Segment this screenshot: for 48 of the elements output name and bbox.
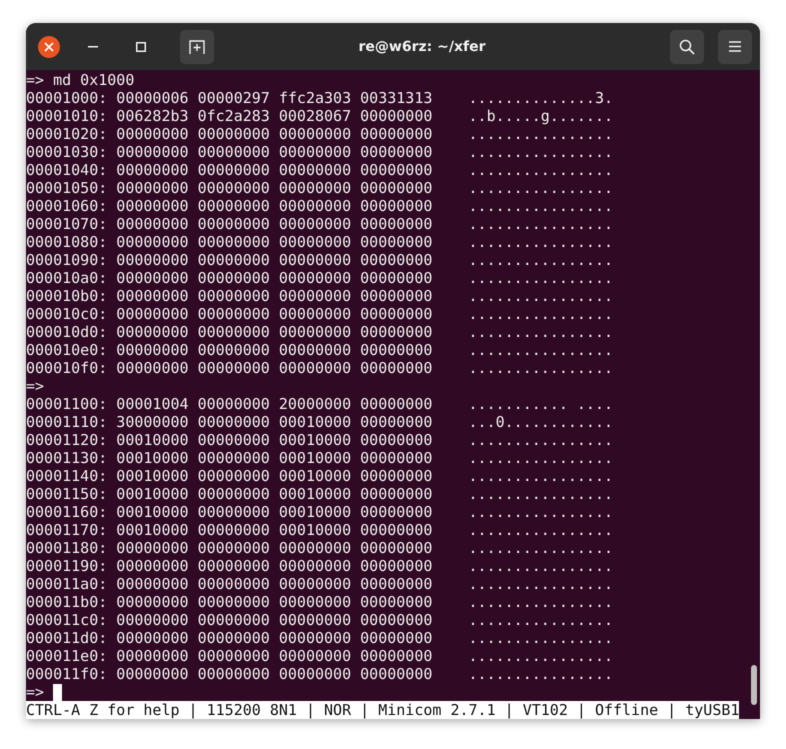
- terminal-line: =>: [26, 377, 44, 395]
- terminal-line: 00001020: 00000000 00000000 00000000 00000000 ................: [26, 125, 613, 143]
- terminal-line: 000010a0: 00000000 00000000 00000000 00000000 ................: [26, 269, 613, 287]
- terminal-line: 00001130: 00010000 00000000 00010000 00000000 ................: [26, 449, 613, 467]
- close-icon: [44, 42, 54, 52]
- new-tab-button[interactable]: [180, 30, 214, 64]
- terminal-line: 000011d0: 00000000 00000000 00000000 00000000 ................: [26, 629, 613, 647]
- terminal-line: 000010e0: 00000000 00000000 00000000 00000000 ................: [26, 341, 613, 359]
- terminal-line: 000011f0: 00000000 00000000 00000000 00000000 ................: [26, 665, 613, 683]
- terminal-line: 00001090: 00000000 00000000 00000000 00000000 ................: [26, 251, 613, 269]
- terminal-line: 000011e0: 00000000 00000000 00000000 00000000 ................: [26, 647, 613, 665]
- new-tab-icon: [189, 40, 205, 54]
- search-icon: [679, 38, 695, 54]
- status-bar: CTRL-A Z for help | 115200 8N1 | NOR | Minicom 2.7.1 | VT102 | Offline | tyUSB1: [26, 701, 740, 719]
- terminal-line: 00001060: 00000000 00000000 00000000 00000000 ................: [26, 197, 613, 215]
- terminal-line: 000011a0: 00000000 00000000 00000000 00000000 ................: [26, 575, 613, 593]
- prompt-text: =>: [26, 683, 44, 701]
- terminal-line: 00001030: 00000000 00000000 00000000 00000000 ................: [26, 143, 613, 161]
- menu-button[interactable]: [718, 30, 752, 64]
- terminal-line: 00001170: 00010000 00000000 00010000 00000000 ................: [26, 521, 613, 539]
- terminal-line: 000010c0: 00000000 00000000 00000000 00000000 ................: [26, 305, 613, 323]
- terminal-line: 00001070: 00000000 00000000 00000000 00000000 ................: [26, 215, 613, 233]
- terminal-line: 000011c0: 00000000 00000000 00000000 00000000 ................: [26, 611, 613, 629]
- terminal-line: 00001040: 00000000 00000000 00000000 00000000 ................: [26, 161, 613, 179]
- window-title: re@w6rz: ~/xfer: [358, 38, 486, 54]
- terminal-line: 00001100: 00001004 00000000 20000000 00000000 ........... ....: [26, 395, 613, 413]
- terminal-line: 00001160: 00010000 00000000 00010000 00000000 ................: [26, 503, 613, 521]
- terminal-line: 00001050: 00000000 00000000 00000000 00000000 ................: [26, 179, 613, 197]
- terminal-line: 00001120: 00010000 00000000 00010000 00000000 ................: [26, 431, 613, 449]
- terminal-line: => md 0x1000: [26, 71, 134, 89]
- maximize-icon: [136, 42, 146, 52]
- terminal-line: 000010b0: 00000000 00000000 00000000 00000000 ................: [26, 287, 613, 305]
- scrollbar-thumb[interactable]: [751, 665, 757, 705]
- search-button[interactable]: [670, 30, 704, 64]
- terminal-line: 000010d0: 00000000 00000000 00000000 00000000 ................: [26, 323, 613, 341]
- terminal-line: 000010f0: 00000000 00000000 00000000 00000000 ................: [26, 359, 613, 377]
- terminal-line: 00001080: 00000000 00000000 00000000 00000000 ................: [26, 233, 613, 251]
- terminal-line: 000011b0: 00000000 00000000 00000000 00000000 ................: [26, 593, 613, 611]
- terminal-line: 00001140: 00010000 00000000 00010000 00000000 ................: [26, 467, 613, 485]
- terminal-line: 00001180: 00000000 00000000 00000000 00000000 ................: [26, 539, 613, 557]
- terminal-line: 00001110: 30000000 00000000 00010000 00000000 ...0............: [26, 413, 613, 431]
- close-button[interactable]: [38, 36, 60, 58]
- menu-icon: [729, 41, 741, 52]
- terminal-line: 00001000: 00000006 00000297 ffc2a303 00331313 ..............3.: [26, 89, 613, 107]
- terminal-line: 00001190: 00000000 00000000 00000000 00000000 ................: [26, 557, 613, 575]
- minimize-icon: [88, 46, 98, 48]
- terminal-line: 00001010: 006282b3 0fc2a283 00028067 00000000 ..b.....g.......: [26, 107, 613, 125]
- terminal-line: 00001150: 00010000 00000000 00010000 00000000 ................: [26, 485, 613, 503]
